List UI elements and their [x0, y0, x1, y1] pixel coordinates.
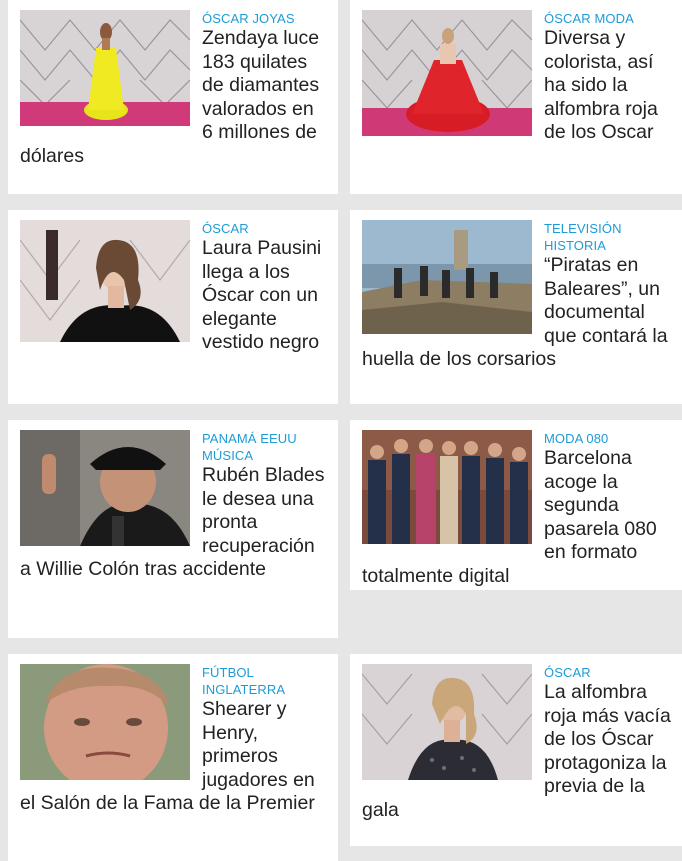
- article-thumbnail[interactable]: [20, 430, 190, 546]
- article-card[interactable]: TELEVISIÓN HISTORIA “Piratas en Baleares”…: [350, 210, 682, 404]
- article-card[interactable]: ÓSCAR La alfombra roja más vacía de los …: [350, 654, 682, 846]
- article-card[interactable]: MODA 080 Barcelona acoge la segunda pasa…: [350, 420, 682, 590]
- article-card[interactable]: FÚTBOL INGLATERRA Shearer y Henry, primer…: [8, 654, 338, 861]
- article-card[interactable]: ÓSCAR MODA Diversa y colorista, así ha s…: [350, 0, 682, 194]
- article-thumbnail[interactable]: [362, 430, 532, 544]
- article-thumbnail[interactable]: [362, 664, 532, 780]
- article-thumbnail[interactable]: [362, 10, 532, 136]
- article-card[interactable]: ÓSCAR JOYAS Zendaya luce 183 quilates de…: [8, 0, 338, 194]
- article-thumbnail[interactable]: [362, 220, 532, 334]
- article-thumbnail[interactable]: [20, 10, 190, 126]
- article-card[interactable]: ÓSCAR Laura Pausini llega a los Óscar co…: [8, 210, 338, 404]
- article-thumbnail[interactable]: [20, 220, 190, 342]
- article-card[interactable]: PANAMÁ EEUU MÚSICA Rubén Blades le desea …: [8, 420, 338, 638]
- article-thumbnail[interactable]: [20, 664, 190, 780]
